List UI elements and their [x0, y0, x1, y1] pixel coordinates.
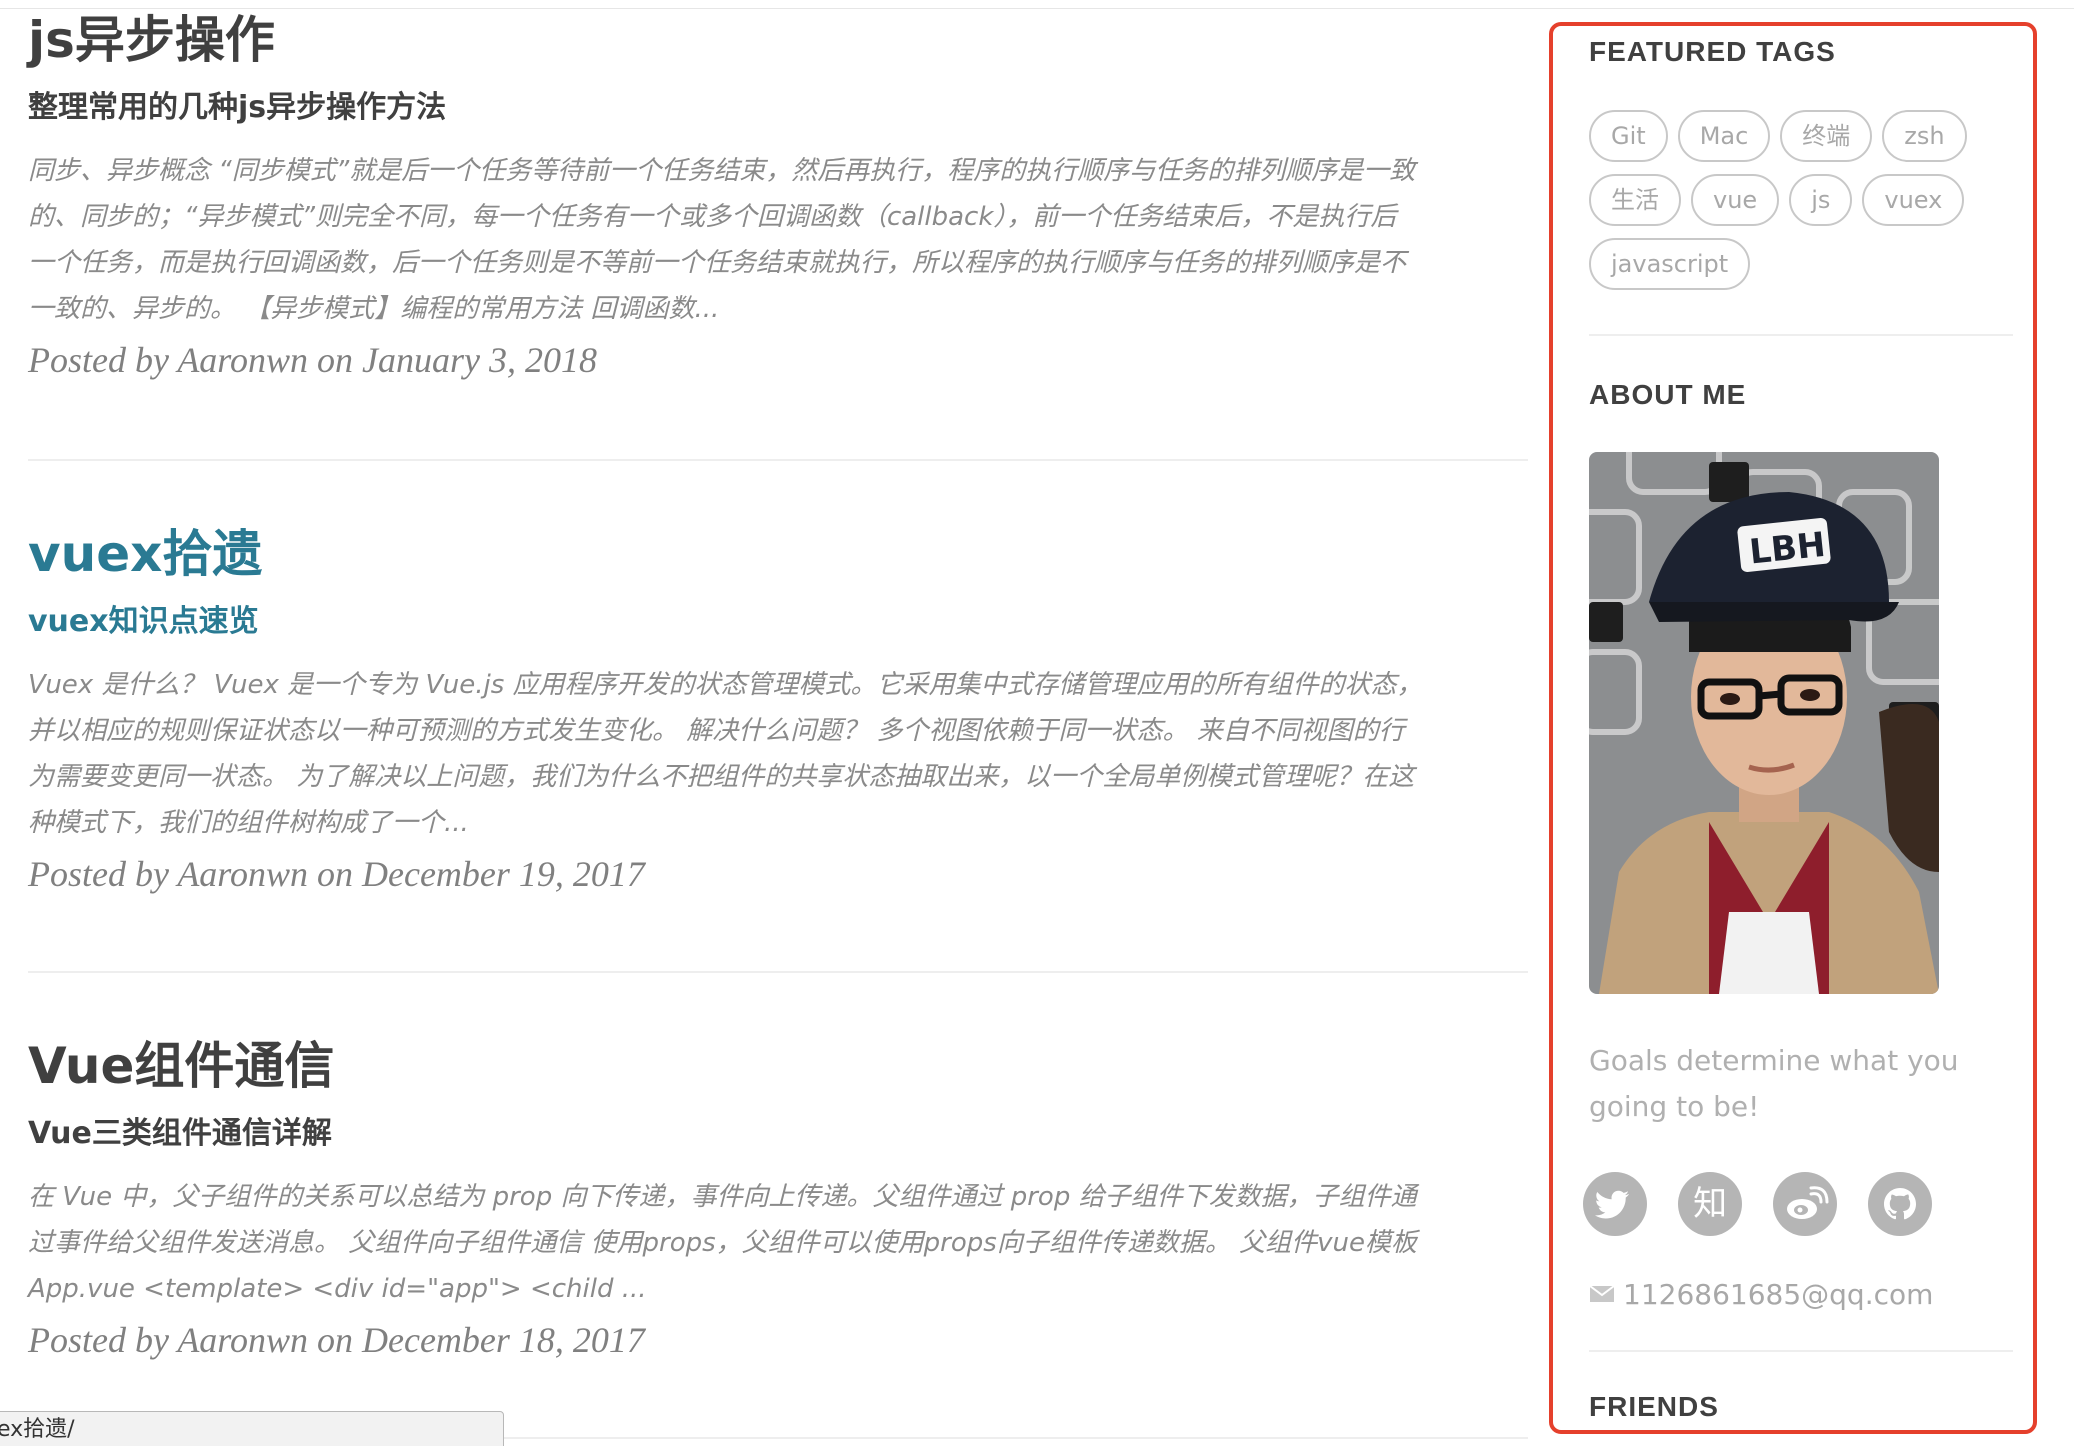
about-me-heading: ABOUT ME	[1589, 379, 1747, 410]
zhihu-glyph: 知	[1693, 1184, 1728, 1224]
sidebar-divider	[1589, 1350, 2013, 1352]
author-link[interactable]: Aaronwn	[177, 340, 308, 380]
email-link[interactable]: 1126861685@qq.com	[1623, 1278, 1933, 1311]
post-meta: Posted by Aaronwn on January 3, 2018	[28, 338, 1528, 382]
post-excerpt: Vuex 是什么？ Vuex 是一个专为 Vue.js 应用程序开发的状态管理模…	[28, 670, 1423, 838]
author-link[interactable]: Aaronwn	[177, 854, 308, 894]
post-meta: Posted by Aaronwn on December 18, 2017	[28, 1318, 1528, 1362]
weibo-icon[interactable]	[1773, 1172, 1838, 1236]
tag-mac[interactable]: Mac	[1677, 110, 1771, 162]
tag-cloud: Git Mac 终端 zsh 生活 vue js vuex javascript	[1589, 110, 2019, 302]
meta-on: on	[308, 340, 362, 380]
post-preview: js异步操作 整理常用的几种js异步操作方法 同步、异步概念 “同步模式”就是后…	[28, 10, 1528, 382]
twitter-icon[interactable]	[1583, 1172, 1647, 1236]
meta-prefix: Posted by	[28, 1320, 178, 1360]
social-links: 知	[1583, 1172, 1958, 1236]
svg-text:LBH: LBH	[1748, 525, 1828, 573]
tag-vue[interactable]: vue	[1691, 174, 1780, 226]
post-excerpt: 在 Vue 中，父子组件的关系可以总结为 prop 向下传递，事件向上传递。父组…	[28, 1182, 1417, 1304]
tag-git[interactable]: Git	[1589, 110, 1668, 162]
post-date: December 18, 2017	[362, 1320, 645, 1360]
sidebar: FEATURED TAGS Git Mac 终端 zsh 生活 vue js vuex java…	[1549, 22, 2037, 1434]
post-excerpt: 同步、异步概念 “同步模式”就是后一个任务等待前一个任务结束，然后再执行，程序的…	[28, 156, 1416, 324]
sidebar-divider	[1589, 334, 2013, 336]
page: js异步操作 整理常用的几种js异步操作方法 同步、异步概念 “同步模式”就是后…	[0, 0, 2074, 1446]
tag-life[interactable]: 生活	[1589, 174, 1681, 226]
post-preview: vuex拾遗 vuex知识点速览 Vuex 是什么？ Vuex 是一个专为 Vu…	[28, 524, 1528, 896]
post-subtitle-link[interactable]: Vue三类组件通信详解	[28, 1114, 1528, 1154]
author-link[interactable]: Aaronwn	[177, 1320, 308, 1360]
post-subtitle-link[interactable]: 整理常用的几种js异步操作方法	[28, 88, 1528, 128]
zhihu-icon[interactable]: 知	[1678, 1172, 1743, 1236]
meta-on: on	[308, 854, 362, 894]
meta-on: on	[308, 1320, 362, 1360]
friends-heading: FRIENDS	[1589, 1391, 1719, 1422]
avatar-photo: LBH	[1589, 452, 1939, 994]
tag-vuex[interactable]: vuex	[1862, 174, 1965, 226]
meta-prefix: Posted by	[28, 854, 178, 894]
post-subtitle-link[interactable]: vuex知识点速览	[28, 602, 1528, 642]
about-motto: Goals determine what you going to be!	[1589, 1044, 1959, 1123]
post-date: December 19, 2017	[362, 854, 645, 894]
link-status-bar: ex拾遗/	[0, 1411, 504, 1446]
post-date: January 3, 2018	[362, 340, 597, 380]
post-title-link[interactable]: Vue组件通信	[28, 1036, 1528, 1096]
tag-zsh[interactable]: zsh	[1882, 110, 1967, 162]
post-meta: Posted by Aaronwn on December 19, 2017	[28, 852, 1528, 896]
post-divider	[28, 971, 1528, 973]
github-icon[interactable]	[1868, 1172, 1933, 1236]
tag-terminal[interactable]: 终端	[1780, 110, 1873, 162]
top-divider	[0, 8, 2074, 9]
post-divider	[28, 459, 1528, 461]
tag-javascript[interactable]: javascript	[1589, 238, 1751, 290]
post-preview: Vue组件通信 Vue三类组件通信详解 在 Vue 中，父子组件的关系可以总结为…	[28, 1036, 1528, 1362]
mail-icon	[1589, 1273, 1615, 1317]
tag-js[interactable]: js	[1789, 174, 1853, 226]
post-title-link[interactable]: vuex拾遗	[28, 524, 1528, 584]
featured-tags-heading: FEATURED TAGS	[1589, 36, 1836, 67]
meta-prefix: Posted by	[28, 340, 178, 380]
email-row: 1126861685@qq.com	[1589, 1272, 1933, 1317]
post-title-link[interactable]: js异步操作	[28, 10, 1528, 70]
